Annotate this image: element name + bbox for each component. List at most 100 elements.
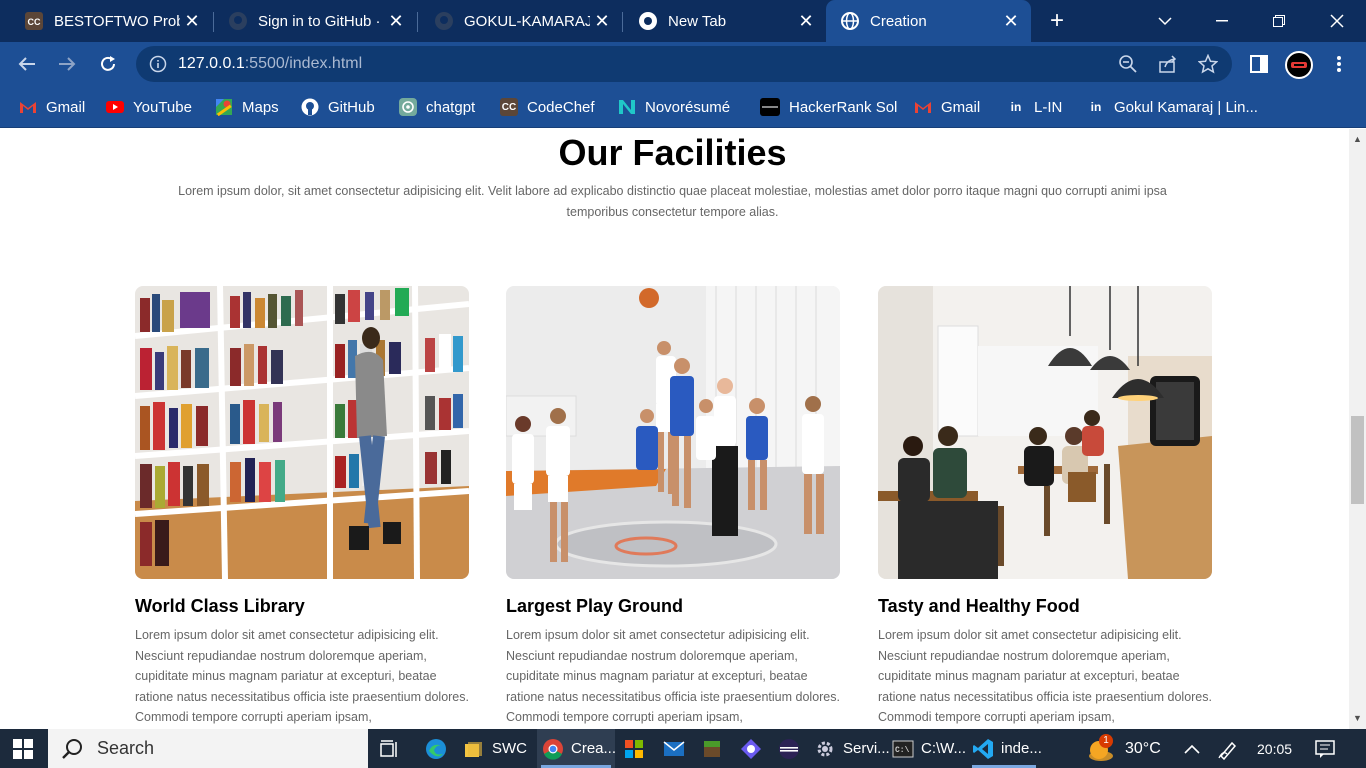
terminal-icon: C:\ (892, 738, 914, 760)
bookmark-chatgpt[interactable]: chatgpt (399, 96, 475, 118)
pen-icon[interactable] (1217, 729, 1239, 768)
tab-strip: CC BESTOFTWO Probl ✕ Sign in to GitHub ·… (0, 0, 1366, 42)
tab-creation[interactable]: Creation ✕ (826, 0, 1031, 42)
bookmark-label: GitHub (328, 98, 375, 116)
clock[interactable]: 20:05 (1257, 729, 1292, 768)
tab-new-tab[interactable]: New Tab ✕ (614, 0, 826, 42)
tab-search-button[interactable] (1138, 0, 1192, 42)
back-button[interactable] (13, 50, 41, 78)
zoom-icon[interactable] (1118, 54, 1138, 74)
side-panel-icon[interactable] (1247, 52, 1271, 76)
close-icon[interactable]: ✕ (590, 9, 614, 33)
card-title: Tasty and Healthy Food (878, 596, 1080, 616)
bookmark-maps[interactable]: Maps (215, 96, 279, 118)
taskbar-terminal[interactable]: C:\ C:\W... (892, 729, 966, 768)
address-bar[interactable]: 127.0.0.1:5500/index.html (136, 46, 1232, 82)
card-title: World Class Library (135, 596, 305, 616)
menu-kebab-icon[interactable] (1327, 52, 1351, 76)
taskbar-vscode[interactable]: inde... (968, 729, 1042, 768)
codechef-icon: CC (500, 98, 518, 116)
taskbar-store[interactable] (623, 729, 652, 768)
site-info-icon[interactable] (148, 54, 168, 74)
app-icon (740, 738, 762, 760)
youtube-icon (106, 98, 124, 116)
scrollbar-thumb[interactable] (1351, 416, 1364, 504)
close-icon[interactable]: ✕ (384, 9, 408, 33)
tab-title: Creation (870, 12, 927, 30)
globe-icon (840, 11, 860, 31)
facility-card-playground: Largest Play Ground Lorem ipsum dolor si… (506, 286, 840, 728)
bookmark-star-icon[interactable] (1198, 54, 1218, 74)
codechef-icon: CC (24, 11, 44, 31)
new-tab-button[interactable]: + (1044, 8, 1070, 34)
notification-badge: 1 (1099, 733, 1113, 748)
github-icon (228, 11, 248, 31)
bookmark-novoresume[interactable]: Novorésumé (618, 96, 730, 118)
bookmark-label: CodeChef (527, 98, 595, 116)
bookmark-label: Novorésumé (645, 98, 731, 116)
taskbar-app[interactable] (740, 729, 769, 768)
svg-text:C:\: C:\ (895, 746, 910, 755)
minimize-button[interactable] (1195, 0, 1249, 42)
section-description: Lorem ipsum dolor, sit amet consectetur … (178, 184, 1167, 219)
minecraft-icon (701, 738, 723, 760)
start-button[interactable] (0, 729, 46, 768)
maps-icon (215, 98, 233, 116)
bookmark-label: Gokul Kamaraj | Lin... (1114, 98, 1258, 116)
bookmark-hackerrank[interactable]: HackerRank Sol (760, 96, 897, 118)
bookmark-label: L-IN (1034, 98, 1063, 116)
share-icon[interactable] (1158, 54, 1178, 74)
bookmark-youtube[interactable]: YouTube (106, 96, 192, 118)
bookmark-codechef[interactable]: CC CodeChef (500, 96, 595, 118)
tab-bestoftwo[interactable]: CC BESTOFTWO Probl ✕ (0, 0, 212, 42)
bookmark-gmail[interactable]: Gmail (19, 96, 85, 118)
close-window-button[interactable] (1310, 0, 1364, 42)
scroll-up-icon[interactable]: ▲ (1349, 131, 1366, 148)
app-label: inde... (1001, 740, 1042, 757)
bookmark-label: Gmail (941, 98, 981, 116)
taskbar-services[interactable]: Servi... (814, 729, 890, 768)
bookmarks-bar: Gmail YouTube Maps GitHub chatgpt CC Cod… (0, 86, 1366, 128)
playground-image (506, 286, 840, 579)
vscode-icon (972, 738, 994, 760)
page-scrollbar[interactable]: ▲ ▼ (1349, 129, 1366, 729)
app-label: Servi... (843, 740, 890, 757)
tab-github-signin[interactable]: Sign in to GitHub · ✕ (204, 0, 416, 42)
close-icon[interactable]: ✕ (794, 9, 818, 33)
github-icon (301, 98, 319, 116)
taskbar-eclipse[interactable] (778, 729, 807, 768)
taskbar-mail[interactable] (663, 729, 692, 768)
forward-button[interactable] (53, 50, 81, 78)
restore-button[interactable] (1252, 0, 1306, 42)
bookmark-linkedin[interactable]: in L-IN (1007, 96, 1062, 118)
profile-avatar[interactable] (1285, 51, 1313, 79)
gear-icon (814, 738, 836, 760)
tab-gokul-repo[interactable]: GOKUL-KAMARAJ/ ✕ (410, 0, 622, 42)
mail-icon (663, 738, 685, 760)
tray-overflow-icon[interactable] (1184, 729, 1200, 768)
notification-center-icon[interactable] (1315, 729, 1335, 768)
linkedin-icon: in (1007, 98, 1025, 116)
bookmark-linkedin-profile[interactable]: in Gokul Kamaraj | Lin... (1087, 96, 1258, 118)
weather-widget[interactable]: 1 30°C (1085, 729, 1161, 768)
windows-icon (13, 738, 33, 759)
svg-text:CC: CC (28, 17, 41, 27)
app-label: SWC (492, 740, 527, 757)
bookmark-label: HackerRank Sol (789, 98, 898, 116)
scroll-down-icon[interactable]: ▼ (1349, 710, 1366, 727)
close-icon[interactable]: ✕ (999, 9, 1023, 33)
taskbar-edge[interactable] (425, 729, 454, 768)
page-viewport: Our Facilities Lorem ipsum dolor, sit am… (0, 129, 1349, 729)
taskbar-search[interactable]: Search (48, 729, 368, 768)
gmail-icon (914, 98, 932, 116)
task-view-button[interactable] (379, 729, 408, 768)
close-icon[interactable]: ✕ (180, 9, 204, 33)
taskbar-minecraft[interactable] (701, 729, 730, 768)
url-text[interactable]: 127.0.0.1:5500/index.html (178, 55, 362, 73)
taskbar-explorer-swc[interactable]: SWC (463, 729, 527, 768)
reload-button[interactable] (94, 50, 122, 78)
bookmark-github[interactable]: GitHub (301, 96, 375, 118)
app-label: C:\W... (921, 740, 966, 757)
taskbar-chrome[interactable]: Crea... (537, 729, 616, 768)
bookmark-gmail-2[interactable]: Gmail (914, 96, 980, 118)
